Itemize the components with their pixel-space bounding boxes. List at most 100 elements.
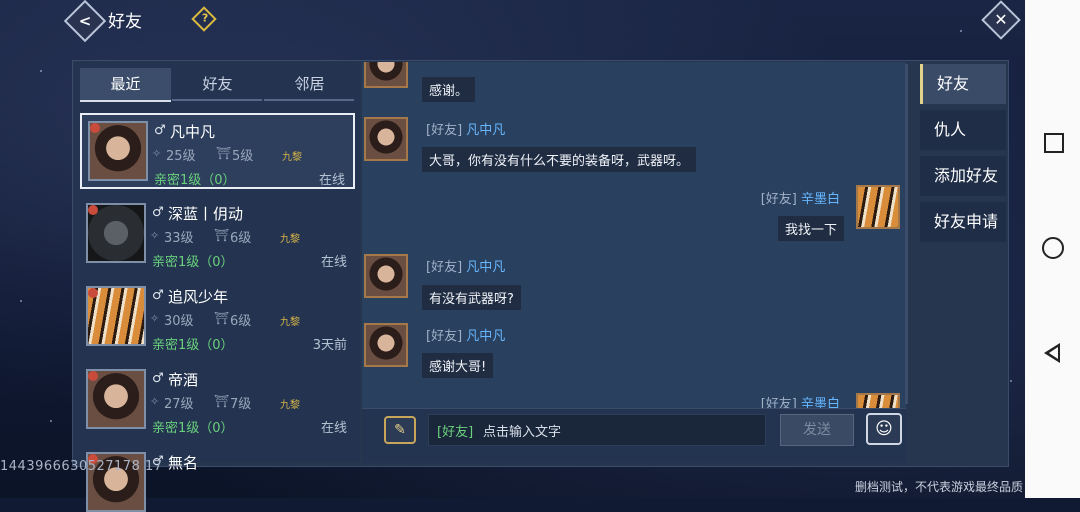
page-title: 好友 [108,12,142,32]
online-status: 3天前 [312,338,347,353]
chat-avatar[interactable] [856,185,900,229]
input-channel-label: [好友] [437,425,474,440]
gender-icon: ♂ [154,123,166,138]
tab-recent[interactable]: 最近 [80,68,171,102]
friend-rank: 6级 [230,231,252,246]
friend-name: 凡中凡 [170,123,216,141]
emoji-button[interactable]: ☺ [866,413,902,445]
avatar-frame-ornament [88,371,98,381]
friend-level: 30级 [164,314,194,329]
guild-tag: 九黎 [280,400,300,411]
friend-rank: 6级 [230,314,252,329]
tab-friends[interactable]: 好友 [172,68,263,100]
message-bubble: 感谢大哥! [422,353,494,378]
side-tab-add-friend[interactable]: 添加好友 [920,156,1006,196]
rank-icon: ⛩ [216,146,232,160]
level-icon: ✧ [150,395,160,408]
send-button[interactable]: 发送 [780,414,854,446]
input-placeholder: 点击输入文字 [483,425,562,440]
message-channel: [好友] [426,260,463,275]
message-channel: [好友] [426,329,463,344]
tab-divider [264,99,354,101]
message-bubble: 感谢。 [422,77,476,102]
friend-tabs: 最近 好友 邻居 [80,68,354,102]
gender-icon: ♂ [152,288,164,303]
friend-name: 帝酒 [168,371,199,389]
online-status: 在线 [318,173,345,188]
help-button[interactable]: ? [191,6,217,32]
back-button[interactable]: < [63,0,107,43]
friend-row[interactable]: ♂ 追风少年 ✧ 30级 ⛩ 6级 九黎 亲密1级（0） 3天前 [80,280,355,356]
back-triangle-inner [1049,347,1058,359]
close-button[interactable]: ✕ [981,0,1021,40]
guild-tag: 九黎 [280,317,300,328]
level-icon: ✧ [150,312,160,325]
rank-icon: ⛩ [214,394,230,408]
friend-row[interactable]: ♂ 凡中凡 ✧ 25级 ⛩ 5级 九黎亲密1级（0） 在线 [80,113,355,189]
chat-avatar[interactable] [856,393,900,408]
message-sender: [好友] 辛墨白 [761,393,840,408]
sender-name[interactable]: 凡中凡 [466,329,505,344]
online-status: 在线 [320,255,347,270]
friend-row[interactable]: ♂ 帝酒 ✧ 27级 ⛩ 7级 九黎 亲密1级（0） 在线 [80,363,355,439]
close-icon: ✕ [994,10,1008,29]
avatar-frame-ornament [88,288,98,298]
level-icon: ✧ [150,229,160,242]
avatar [88,121,148,181]
chat-avatar[interactable] [364,62,408,88]
message-sender: [好友] 凡中凡 [426,119,505,138]
online-status: 在线 [320,421,347,436]
top-bar: < 好友 ? ✕ [0,0,1021,43]
friend-rank: 5级 [232,149,254,164]
gender-icon: ♂ [152,205,164,220]
chat-scrollbar[interactable] [905,64,908,404]
intimacy-level: 亲密1级（0） [154,173,236,188]
chat-input[interactable]: [好友] 点击输入文字 [428,414,766,446]
message-bubble: 大哥，你有没有什么不要的装备呀，武器呀。 [422,147,697,172]
friend-name: 追风少年 [168,288,229,306]
avatar-frame-ornament [90,123,100,133]
chat-avatar[interactable] [364,117,408,161]
message-channel: [好友] [760,397,797,408]
level-icon: ✧ [152,147,162,160]
disclaimer-text: 删档测试，不代表游戏最终品质 [855,480,1024,494]
chat-avatar[interactable] [364,323,408,367]
chat-history[interactable]: 感谢。 [好友] 凡中凡 大哥，你有没有什么不要的装备呀，武器呀。 [好友] 辛墨白我… [362,62,906,408]
home-icon[interactable] [1042,237,1064,259]
side-tab-friend-requests[interactable]: 好友申请 [920,202,1006,242]
message-channel: [好友] [426,123,463,138]
sender-name[interactable]: 辛墨白 [801,192,840,207]
message-bubble: 我找一下 [777,216,844,241]
message-bubble: 有没有武器呀? [422,285,521,310]
side-tab-friends[interactable]: 好友 [920,64,1006,104]
avatar [86,203,146,263]
user-id: 1443966630527178 17 [0,459,163,474]
voice-button[interactable]: ✎ [384,416,416,444]
intimacy-level: 亲密1级（0） [152,338,234,353]
sender-name[interactable]: 凡中凡 [466,260,505,275]
message-channel: [好友] [760,192,797,207]
avatar [86,369,146,429]
intimacy-level: 亲密1级（0） [152,255,234,270]
message-sender: [好友] 辛墨白 [761,188,840,207]
rank-icon: ⛩ [214,228,230,242]
chat-avatar[interactable] [364,254,408,298]
friend-name: 無名 [168,454,199,472]
friend-level: 25级 [166,149,196,164]
avatar-frame-ornament [88,205,98,215]
message-sender: [好友] 凡中凡 [426,256,505,275]
side-tab-enemies[interactable]: 仇人 [920,110,1006,150]
message-sender: [好友] 凡中凡 [426,325,505,344]
sender-name[interactable]: 辛墨白 [801,397,840,408]
avatar [86,286,146,346]
recents-icon[interactable] [1044,133,1064,153]
sender-name[interactable]: 凡中凡 [466,123,505,138]
guild-tag: 九黎 [282,152,302,163]
friend-name: 深蓝丨仴动 [168,205,244,223]
question-icon: ? [201,11,209,25]
friend-level: 33级 [164,231,194,246]
intimacy-level: 亲密1级（0） [152,421,234,436]
chevron-left-icon: < [78,12,92,30]
friend-row[interactable]: ♂ 深蓝丨仴动 ✧ 33级 ⛩ 6级 九黎 亲密1级（0） 在线 [80,197,355,273]
tab-neighbors[interactable]: 邻居 [264,68,355,100]
